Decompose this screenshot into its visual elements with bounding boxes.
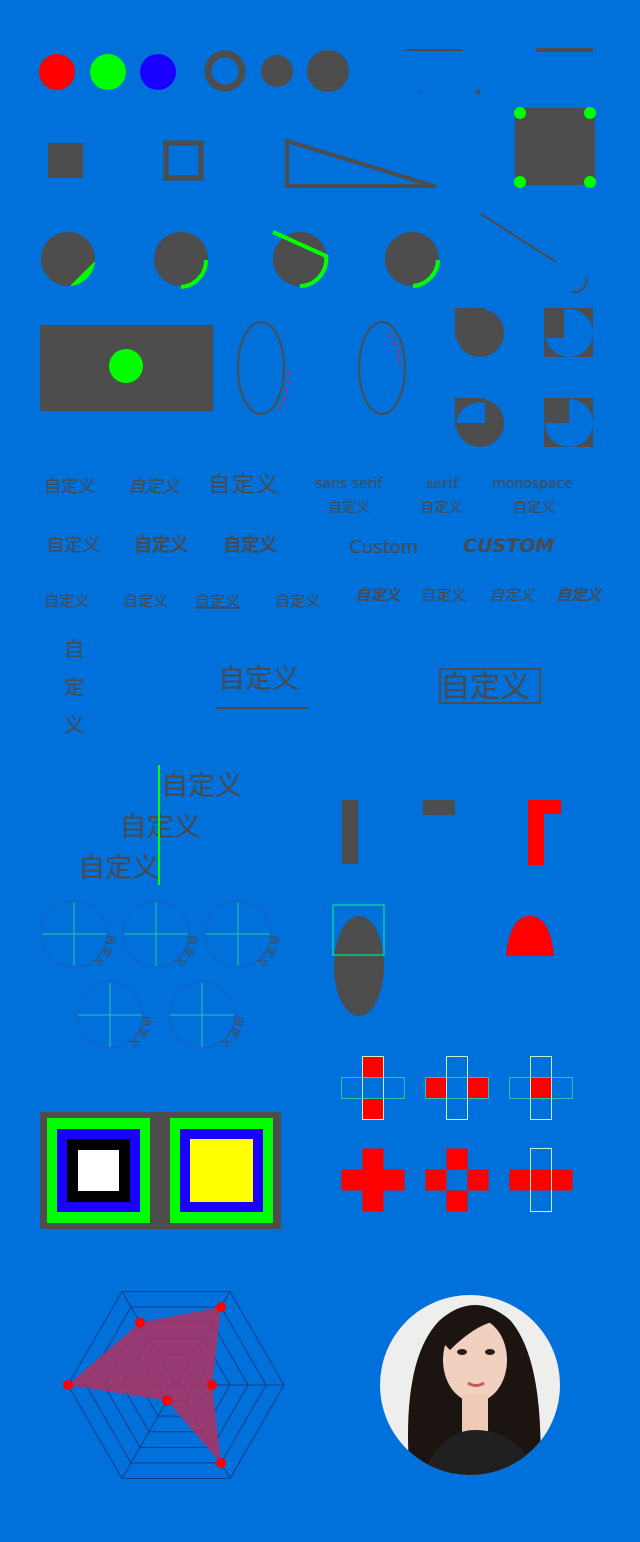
text-strike: 自定义 [275,592,320,610]
text-bold: 自定义 [223,534,277,556]
canvas-demo: 自定义 自定义 自定义 sans serif 自定义 serif 自定义 mon… [39,48,603,1480]
underlined-text: 自定义 [218,664,299,695]
clip-oval [334,916,384,1016]
vertical-text-char: 定 [64,675,84,699]
text-on-circle: 自定义 [168,981,245,1051]
small-arc [571,276,588,294]
corner-dot [514,176,526,188]
radar-point [207,1380,217,1390]
text-scale: 自定义 [421,586,466,604]
filled-circle [261,55,293,87]
corner-dot [584,176,596,188]
large-circle [307,50,349,92]
font-sample-mono: 自定义 [513,500,555,516]
clip-horizontal-bar [423,800,455,815]
text-custom: Custom [349,537,418,558]
dashed-arc-2 [388,332,401,369]
green-circle [90,54,126,90]
text-medium: 自定义 [134,534,188,556]
arc-text: 自定义 [218,1015,245,1051]
outlined-square [163,140,204,181]
layer-yellow [190,1139,253,1202]
text-style: 自定义 [44,592,89,610]
boxed-text: 自定义 [440,670,530,705]
text-on-circle: 自定义 [122,900,199,970]
layer-white [78,1150,119,1191]
arc-text: 自定义 [254,934,281,970]
arc-demo-3 [272,230,329,288]
diagonal-line [480,213,557,263]
text-style: 自定义 [123,592,168,610]
font-sample-serif: 自定义 [420,500,462,516]
vertical-text-char: 自 [64,637,84,661]
text-large: 自定义 [208,473,280,498]
text-skew: 自定义 [355,586,402,604]
region-reverse-difference [544,398,593,447]
font-label-mono: monospace [492,476,573,492]
clip-red-corner [528,800,561,865]
text-align-left: 自定义 [161,771,242,802]
font-label-sans: sans serif [315,476,383,492]
text-align-right: 自定义 [78,853,159,884]
oval-path-1 [237,321,285,415]
point [475,89,481,95]
text-on-circle: 自定义 [76,981,153,1051]
avatar [380,1295,560,1475]
big-square [515,108,595,185]
text-underline: 自定义 [195,592,240,610]
radar-point [216,1457,226,1468]
radar-chart [63,1290,285,1480]
arc-demo-2 [154,232,209,289]
region-op-cross [425,1148,489,1212]
filled-square [48,143,83,178]
text-on-circle: 自定义 [204,900,281,970]
region-union [455,308,504,357]
text-normal: 自定义 [44,477,95,497]
clip-vertical-bar [342,800,358,864]
triangle [285,139,436,188]
font-sample-sans: 自定义 [328,500,370,516]
red-circle [39,54,75,90]
blue-circle [140,54,176,90]
radar-point [135,1317,145,1328]
green-dot [109,349,143,383]
corner-dot [584,107,596,119]
arc-text: 自定义 [126,1015,153,1051]
arc-demo-4 [385,232,440,288]
small-point [419,91,421,93]
vertical-text-char: 义 [64,713,84,737]
region-xor [455,398,504,447]
clip-red-dome [506,916,554,956]
region-difference [544,308,593,357]
region-op-cross [341,1056,405,1120]
arc-demo-1 [41,232,95,286]
text-italic: 自定义 [128,477,180,497]
text-skew: 自定义 [489,586,535,604]
radar-point [63,1380,73,1390]
region-op-cross [509,1148,573,1212]
font-label-serif: serif [426,476,460,492]
corner-dot [514,107,526,119]
text-light: 自定义 [46,535,100,556]
arc-text: 自定义 [172,934,199,970]
text-on-circle: 自定义 [40,900,117,970]
text-skew-bold: 自定义 [556,586,603,604]
region-op-cross [509,1056,573,1120]
radar-point [162,1395,172,1406]
oval-path-2 [358,321,406,415]
text-custom-bold-italic: CUSTOM [463,535,554,557]
region-op-cross [341,1148,405,1212]
ring-circle [204,50,246,92]
region-op-cross [425,1056,489,1120]
radar-point [216,1302,226,1313]
arc-text: 自定义 [90,934,117,970]
